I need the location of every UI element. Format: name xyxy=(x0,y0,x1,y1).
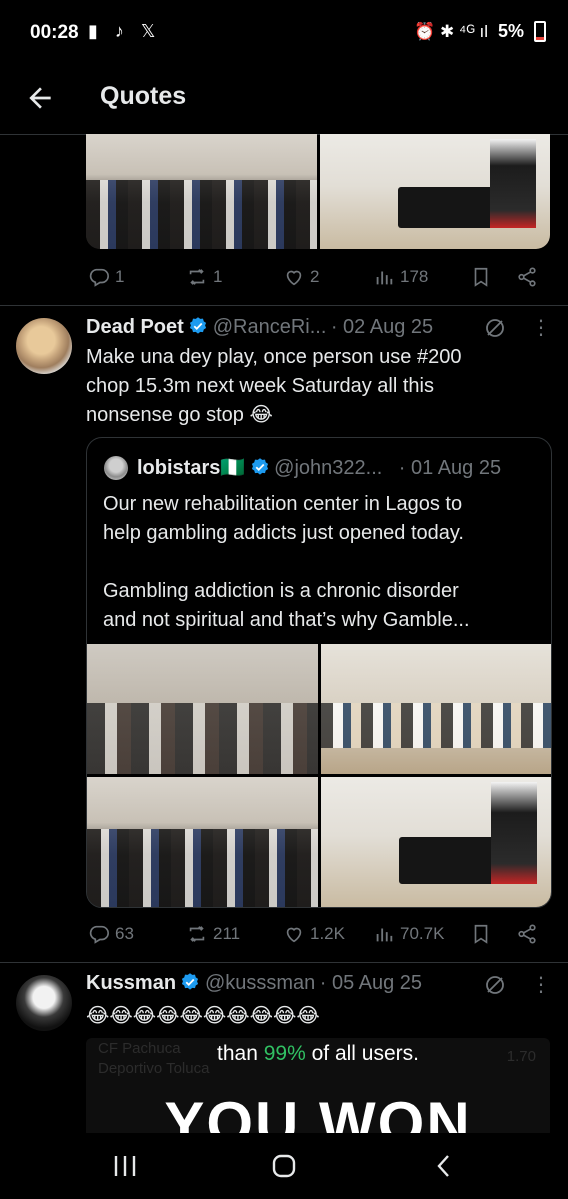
home-icon[interactable] xyxy=(271,1153,297,1179)
divider xyxy=(0,962,568,963)
bookmark-icon[interactable] xyxy=(470,266,492,288)
share-icon[interactable] xyxy=(516,923,538,945)
recent-apps-icon[interactable] xyxy=(112,1154,138,1178)
status-time: 00:28 xyxy=(30,22,79,43)
quoted-image[interactable] xyxy=(321,777,551,907)
quoted-handle: @john322... xyxy=(274,457,383,479)
post-image[interactable]: CF Pachuca Deportivo Toluca 1.70 than 99… xyxy=(86,1038,550,1138)
signal-icons: ⏰ ✱ ⁴ᴳ ıl xyxy=(414,21,488,41)
view-count: 178 xyxy=(400,267,429,286)
verified-badge-icon xyxy=(251,458,268,475)
system-icons: ⏰ ✱ ⁴ᴳ ıl 5% xyxy=(414,21,546,42)
grok-icon[interactable] xyxy=(483,973,507,997)
avatar[interactable] xyxy=(16,318,72,374)
repost-count: 211 xyxy=(213,924,241,943)
quoted-text-line: help gambling addicts just opened today. xyxy=(103,522,464,544)
share-icon[interactable] xyxy=(516,266,538,288)
like-button[interactable]: 1.2K xyxy=(283,923,345,945)
author-handle[interactable]: @RanceRi... xyxy=(213,316,327,338)
reply-count: 63 xyxy=(115,924,134,943)
post-text-line: Make una dey play, once person use #200 xyxy=(86,346,462,368)
post-text: Make una dey play, once person use #200 … xyxy=(86,343,556,430)
quoted-text: Our new rehabilitation center in Lagos t… xyxy=(103,490,543,635)
reply-button[interactable]: 63 xyxy=(88,923,134,945)
back-arrow-icon[interactable] xyxy=(24,82,56,114)
heart-icon xyxy=(286,927,302,943)
repost-count: 1 xyxy=(213,267,223,286)
reply-button[interactable]: 1 xyxy=(88,266,124,288)
promo-headline: YOU WON xyxy=(164,1090,472,1139)
view-count: 70.7K xyxy=(400,924,445,943)
reply-icon xyxy=(89,925,109,944)
views-chart-icon xyxy=(376,928,393,942)
bookmark-icon[interactable] xyxy=(470,923,492,945)
author-name[interactable]: Dead Poet xyxy=(86,316,184,338)
tweet-actions: 1 1 2 178 xyxy=(0,265,568,289)
battery-percent: 5% xyxy=(497,21,524,41)
quoted-image[interactable] xyxy=(321,644,551,774)
tweet-image[interactable] xyxy=(86,134,317,249)
battery-icon xyxy=(534,21,546,42)
post-date[interactable]: · 02 Aug 25 xyxy=(331,316,433,338)
reply-count: 1 xyxy=(115,267,125,286)
grok-icon[interactable] xyxy=(483,316,507,340)
promo-subtitle: than 99% of all users. xyxy=(86,1042,550,1066)
verified-badge-icon xyxy=(182,973,199,990)
quoted-avatar xyxy=(104,456,128,480)
repost-icon xyxy=(189,926,205,942)
more-options-icon[interactable]: ⋮ xyxy=(531,973,551,997)
promo-text: than xyxy=(217,1042,264,1065)
promo-text: of all users. xyxy=(305,1042,419,1065)
post-text: 😂😂😂😂😂😂😂😂😂😂 xyxy=(86,1005,320,1027)
views-button[interactable]: 178 xyxy=(373,266,428,288)
quoted-tweet[interactable]: lobistars🇳🇬 @john322... · 01 Aug 25 Our … xyxy=(86,437,552,908)
views-chart-icon xyxy=(376,271,393,285)
system-nav-bar xyxy=(0,1133,568,1199)
heart-icon xyxy=(286,270,302,286)
divider xyxy=(0,305,568,306)
tweet-image[interactable] xyxy=(320,134,550,249)
verified-badge-icon xyxy=(190,317,207,334)
author-handle[interactable]: @kusssman xyxy=(205,972,315,994)
page-title: Quotes xyxy=(100,82,187,110)
repost-icon xyxy=(189,269,205,285)
quoted-author-name: lobistars🇳🇬 xyxy=(137,457,246,479)
notification-icons: ▮ ♪ 𝕏 xyxy=(88,21,162,41)
like-button[interactable]: 2 xyxy=(283,266,319,288)
post-header: Kussman @kusssman · 05 Aug 25 xyxy=(86,972,486,995)
quoted-image[interactable] xyxy=(87,777,318,907)
quoted-text-line: Gambling addiction is a chronic disorder xyxy=(103,580,459,602)
quoted-text-line: and not spiritual and that’s why Gamble.… xyxy=(103,609,470,631)
quoted-header: lobistars🇳🇬 @john322... · 01 Aug 25 xyxy=(137,455,547,480)
author-name[interactable]: Kussman xyxy=(86,972,176,994)
more-options-icon[interactable]: ⋮ xyxy=(531,316,551,340)
page-header: Quotes xyxy=(0,66,568,135)
back-nav-icon[interactable] xyxy=(432,1153,456,1179)
post-text-line: nonsense go stop 😂 xyxy=(86,404,273,426)
repost-button[interactable]: 211 xyxy=(186,923,240,945)
post-text-line: chop 15.3m next week Saturday all this xyxy=(86,375,434,397)
repost-button[interactable]: 1 xyxy=(186,266,222,288)
avatar[interactable] xyxy=(16,975,72,1031)
like-count: 1.2K xyxy=(310,924,345,943)
promo-percent: 99% xyxy=(263,1042,306,1065)
status-bar: 00:28 ▮ ♪ 𝕏 ⏰ ✱ ⁴ᴳ ıl 5% xyxy=(0,0,568,66)
tweet-actions: 63 211 1.2K 70.7K xyxy=(0,922,568,946)
quoted-date: · 01 Aug 25 xyxy=(398,457,502,479)
like-count: 2 xyxy=(310,267,320,286)
views-button[interactable]: 70.7K xyxy=(373,923,444,945)
reply-icon xyxy=(89,268,109,287)
quoted-image[interactable] xyxy=(87,644,318,774)
quoted-text-line: Our new rehabilitation center in Lagos t… xyxy=(103,493,463,515)
post-date[interactable]: · 05 Aug 25 xyxy=(320,972,422,994)
